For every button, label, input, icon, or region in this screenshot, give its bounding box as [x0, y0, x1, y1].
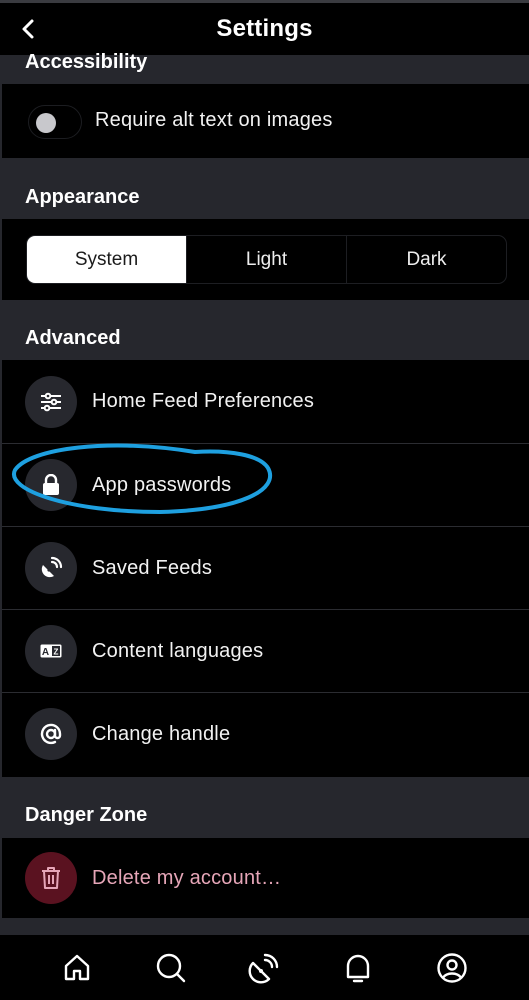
list-item-content-languages[interactable]: A Z Content languages	[2, 609, 529, 692]
satellite-dish-icon	[248, 953, 279, 983]
back-button[interactable]	[14, 13, 42, 45]
appearance-panel: System Light Dark	[2, 219, 529, 300]
list-item-saved-feeds[interactable]: Saved Feeds	[2, 526, 529, 609]
section-heading-danger-zone: Danger Zone	[25, 804, 148, 826]
list-item-label: Home Feed Preferences	[92, 390, 315, 412]
delete-account-label: Delete my account…	[92, 866, 282, 889]
icon-circle	[25, 459, 77, 511]
tab-feeds[interactable]	[244, 948, 284, 988]
chevron-left-icon	[22, 19, 34, 39]
home-icon	[64, 954, 90, 980]
list-item-change-handle[interactable]: Change handle	[2, 692, 529, 775]
bell-icon	[347, 954, 370, 982]
appearance-option-system[interactable]: System	[27, 236, 186, 283]
list-item-home-feed-preferences[interactable]: Home Feed Preferences	[2, 360, 529, 443]
danger-panel: Delete my account…	[2, 838, 529, 918]
section-heading-accessibility: Accessibility	[25, 51, 148, 73]
appearance-option-dark[interactable]: Dark	[346, 236, 506, 283]
appearance-option-light[interactable]: Light	[186, 236, 346, 283]
list-item-label: Saved Feeds	[92, 556, 213, 579]
lock-icon	[43, 474, 59, 495]
accessibility-panel: Require alt text on images	[2, 84, 529, 158]
appearance-segmented-control: System Light Dark	[26, 235, 507, 284]
sliders-icon	[41, 392, 61, 411]
require-alt-text-label: Require alt text on images	[95, 109, 333, 131]
list-item-label: Content languages	[92, 639, 264, 662]
tab-notifications[interactable]	[338, 948, 378, 988]
header-bar: Settings	[0, 3, 529, 55]
delete-account-button[interactable]: Delete my account…	[2, 838, 529, 918]
icon-circle	[25, 708, 77, 760]
user-circle-icon	[437, 952, 467, 983]
bottom-tab-bar	[0, 935, 529, 1000]
language-icon: A Z	[40, 644, 62, 658]
list-item-app-passwords[interactable]: App passwords	[2, 443, 529, 526]
svg-text:Z: Z	[54, 648, 59, 657]
search-icon	[156, 953, 185, 982]
list-item-label: App passwords	[92, 473, 232, 496]
svg-text:A: A	[42, 647, 49, 658]
section-heading-appearance: Appearance	[25, 186, 140, 208]
require-alt-text-toggle[interactable]	[28, 105, 82, 139]
toggle-knob	[36, 113, 56, 133]
tab-search[interactable]	[151, 948, 191, 988]
icon-circle	[25, 852, 77, 904]
list-item-label: Change handle	[92, 722, 231, 745]
trash-icon	[42, 867, 60, 889]
advanced-panel: Home Feed Preferences App passwords Save…	[2, 360, 529, 777]
at-sign-icon	[40, 723, 62, 745]
tab-profile[interactable]	[432, 948, 472, 988]
icon-circle	[25, 375, 77, 428]
page-title: Settings	[216, 15, 313, 42]
icon-circle: A Z	[25, 625, 77, 677]
icon-circle	[25, 542, 77, 594]
tab-home[interactable]	[57, 948, 97, 988]
section-heading-advanced: Advanced	[25, 327, 121, 349]
satellite-dish-icon	[41, 556, 63, 578]
